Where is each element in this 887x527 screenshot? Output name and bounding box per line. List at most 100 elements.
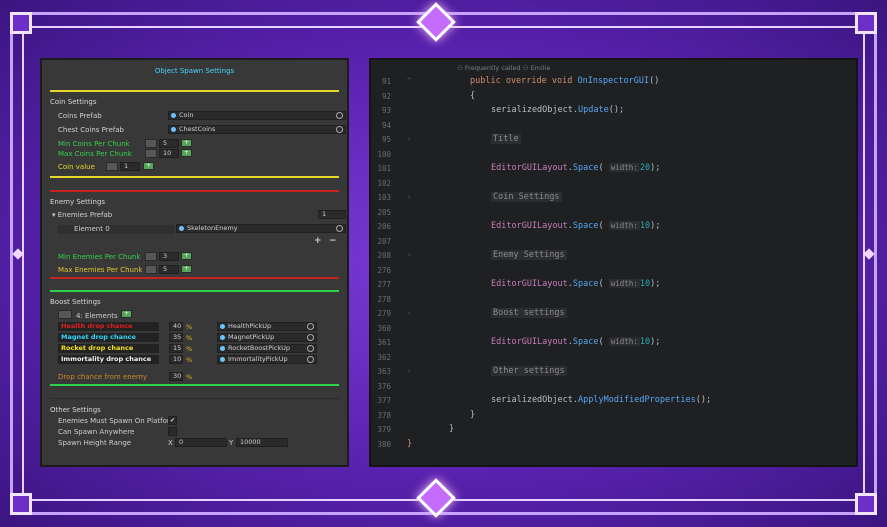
code-line[interactable]: 95 › Title [371, 134, 856, 146]
code-line[interactable]: 276 [371, 265, 856, 277]
code-token: Other settings [491, 366, 567, 376]
object-picker-icon[interactable] [336, 225, 343, 232]
coin-separator [50, 90, 339, 92]
fold-toggle-icon[interactable]: › [407, 367, 411, 375]
object-picker-icon[interactable] [336, 126, 343, 133]
object-picker-icon[interactable] [336, 112, 343, 119]
fold-toggle-icon[interactable]: › [407, 193, 411, 201]
code-text: } [449, 424, 454, 434]
fold-toggle-icon[interactable]: › [407, 251, 411, 259]
code-line[interactable]: 377 serializedObject.ApplyModifiedPropert… [371, 395, 856, 407]
code-line[interactable]: 379} [371, 424, 856, 436]
min-enemies-toggle[interactable] [145, 252, 157, 261]
code-token: Title [491, 134, 521, 144]
boost-row-prefab-name: HealthPickUp [228, 322, 272, 330]
code-line[interactable]: 380} [371, 439, 856, 451]
code-line[interactable]: 205 [371, 207, 856, 219]
enemies-prefab-label[interactable]: ▾ Enemies Prefab [52, 211, 112, 219]
fold-toggle-icon[interactable]: › [407, 135, 411, 143]
code-text: serializedObject.Update(); [491, 105, 624, 115]
max-enemies-input[interactable]: 5 [159, 265, 179, 274]
fold-toggle-icon[interactable]: ^ [407, 77, 411, 85]
code-line[interactable]: 362 [371, 352, 856, 364]
min-enemies-input[interactable]: 3 [159, 252, 179, 261]
x-input[interactable]: 0 [175, 438, 227, 447]
code-token: ); [650, 279, 661, 289]
chest-coins-field[interactable]: ChestCoins [168, 125, 346, 134]
coin-value-input[interactable]: 1 [120, 162, 140, 171]
element-0-field[interactable]: SkeletonEnemy [176, 224, 346, 233]
element-0-label[interactable]: Element 0 [58, 225, 174, 234]
boost-elements-add-button[interactable]: + [121, 310, 132, 318]
code-line[interactable]: 102 [371, 178, 856, 190]
boost-row-prefab-field[interactable]: RocketBoostPickUp [217, 344, 317, 353]
code-text: serializedObject.ApplyModifiedProperties… [491, 395, 711, 405]
max-coins-toggle[interactable] [145, 149, 157, 158]
max-enemies-toggle[interactable] [145, 265, 157, 274]
coins-prefab-field[interactable]: Coin [168, 111, 346, 120]
code-line[interactable]: 103 › Coin Settings [371, 192, 856, 204]
drop-enemy-input[interactable]: 30 [169, 372, 183, 381]
boost-row-prefab-field[interactable]: ImmortalityPickUp [217, 355, 317, 364]
code-line[interactable]: 279 › Boost settings [371, 308, 856, 320]
max-coins-confirm-button[interactable]: + [181, 149, 192, 157]
min-enemies-label: Min Enemies Per Chunk [58, 253, 141, 261]
object-picker-icon[interactable] [307, 334, 314, 341]
boost-elements-toggle[interactable] [58, 310, 72, 319]
boost-row-value-input[interactable]: 35 [169, 333, 183, 342]
max-coins-input[interactable]: 10 [159, 149, 179, 158]
code-editor[interactable]: ⚇ Frequently called ⚇ Emilie 91 ^ public o… [369, 58, 858, 467]
boost-row-prefab-field[interactable]: HealthPickUp [217, 322, 317, 331]
object-picker-icon[interactable] [307, 345, 314, 352]
code-line[interactable]: 92 { [371, 91, 856, 103]
code-line[interactable]: 93 serializedObject.Update(); [371, 105, 856, 117]
remove-element-button[interactable]: − [329, 236, 337, 246]
anywhere-checkbox[interactable] [168, 427, 177, 436]
code-line[interactable]: 94 [371, 120, 856, 132]
object-picker-icon[interactable] [307, 356, 314, 363]
boost-row-value-input[interactable]: 40 [169, 322, 183, 331]
object-picker-icon[interactable] [307, 323, 314, 330]
enemy-separator-bottom [50, 277, 339, 279]
code-line[interactable]: 360 [371, 323, 856, 335]
prefab-icon [220, 324, 225, 329]
corner-ornament-icon [10, 12, 32, 34]
coin-value-confirm-button[interactable]: + [143, 162, 154, 170]
code-text: EditorGUILayout.Space( width: 20); [491, 163, 660, 173]
y-input[interactable]: 10000 [236, 438, 288, 447]
add-element-button[interactable]: + [314, 236, 322, 246]
min-coins-toggle[interactable] [145, 139, 157, 148]
platform-checkbox[interactable]: ✔ [168, 416, 177, 425]
code-token: ( [598, 279, 609, 289]
code-line[interactable]: 378} [371, 410, 856, 422]
code-line[interactable]: 277 EditorGUILayout.Space( width: 10); [371, 279, 856, 291]
min-enemies-confirm-button[interactable]: + [181, 252, 192, 260]
code-line[interactable]: 278 [371, 294, 856, 306]
boost-row-prefab-field[interactable]: MagnetPickUp [217, 333, 317, 342]
boost-row-label: Immortality drop chance [58, 355, 159, 364]
code-line[interactable]: 91 ^ public override void OnInspectorGUI() [371, 76, 856, 88]
boost-row-value-input[interactable]: 10 [169, 355, 183, 364]
line-number: 208 [377, 251, 391, 260]
boost-row-percent: % [186, 323, 193, 331]
code-token: EditorGUILayout [491, 221, 568, 231]
code-line[interactable]: 100 [371, 149, 856, 161]
code-line[interactable]: 363 › Other settings [371, 366, 856, 378]
code-line[interactable]: 101 EditorGUILayout.Space( width: 20); [371, 163, 856, 175]
code-line[interactable]: 208 › Enemy Settings [371, 250, 856, 262]
code-line[interactable]: 206 EditorGUILayout.Space( width: 10); [371, 221, 856, 233]
enemies-prefab-count[interactable]: 1 [318, 210, 346, 219]
coin-value-toggle[interactable] [106, 162, 118, 171]
line-number: 101 [377, 164, 391, 173]
boost-section-title: Boost Settings [50, 298, 101, 306]
min-coins-input[interactable]: 5 [159, 139, 179, 148]
fold-toggle-icon[interactable]: › [407, 309, 411, 317]
max-enemies-confirm-button[interactable]: + [181, 265, 192, 273]
code-line[interactable]: 376 [371, 381, 856, 393]
code-line[interactable]: 207 [371, 236, 856, 248]
code-token: EditorGUILayout [491, 163, 568, 173]
code-line[interactable]: 361 EditorGUILayout.Space( width: 10); [371, 337, 856, 349]
boost-row-value-input[interactable]: 15 [169, 344, 183, 353]
boost-separator-bottom [50, 384, 339, 386]
min-coins-confirm-button[interactable]: + [181, 139, 192, 147]
